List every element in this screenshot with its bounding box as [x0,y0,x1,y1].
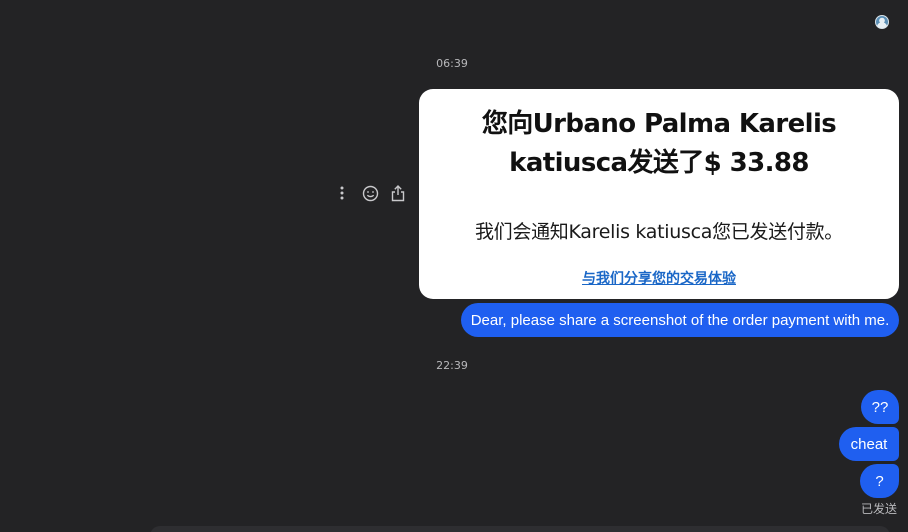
message-composer[interactable] [150,526,890,532]
message-bubble[interactable]: ?? [861,390,899,424]
sent-status: 已发送 [860,502,897,516]
timestamp: 22:39 [436,359,468,372]
emoji-icon[interactable] [361,184,379,202]
message-bubble[interactable]: ? [860,464,899,498]
payment-title: 您向Urbano Palma Karelis katiusca发送了$ 33.8… [481,109,837,178]
more-vertical-icon[interactable] [333,184,351,202]
share-experience-link[interactable]: 与我们分享您的交易体验 [419,268,899,288]
payment-notice: 我们会通知Karelis katiusca您已发送付款。 [474,221,844,243]
message-actions [333,184,407,202]
message-bubble[interactable]: Dear, please share a screenshot of the o… [461,303,899,337]
chat-thread: 06:39 您向Urbano Palma Karelis katiusca发送了… [0,0,908,532]
payment-card: 您向Urbano Palma Karelis katiusca发送了$ 33.8… [419,89,899,299]
avatar[interactable] [875,15,889,29]
timestamp: 06:39 [436,57,468,70]
message-bubble[interactable]: cheat [839,427,899,461]
share-icon[interactable] [389,184,407,202]
